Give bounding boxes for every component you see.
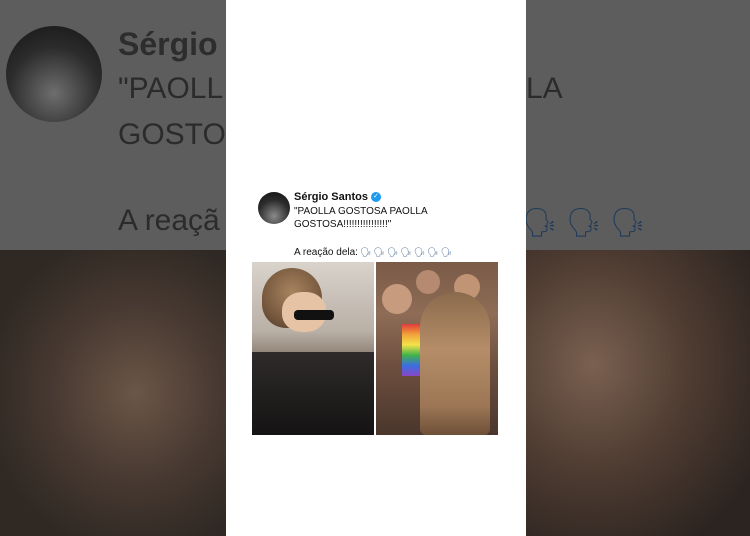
avatar[interactable]	[258, 192, 290, 224]
tweet-image-left[interactable]	[252, 262, 374, 435]
verified-badge-icon: ✓	[370, 192, 381, 202]
speaking-head-icon: 🗣	[386, 247, 399, 257]
author-row: Sérgio Santos ✓	[294, 191, 381, 203]
speaking-head-icon: 🗣	[610, 207, 646, 238]
speaking-head-icon: 🗣	[522, 207, 558, 238]
background-text-line1-right: LA	[526, 72, 563, 105]
woman-back-hair	[420, 292, 490, 435]
background-avatar	[6, 26, 102, 122]
sunglasses	[294, 310, 334, 320]
speaking-head-icon: 🗣	[427, 247, 439, 257]
background-text-line1: "PAOLL	[118, 72, 224, 105]
author-name[interactable]: Sérgio Santos	[294, 191, 368, 203]
speaking-head-icon: 🗣	[413, 247, 426, 257]
speaking-head-icon: 🗣	[440, 247, 452, 257]
crowd-person	[416, 270, 440, 294]
leather-jacket	[252, 352, 374, 435]
background-text-line3: A reaçã	[118, 204, 220, 237]
background-text-line2: GOSTO	[118, 118, 226, 151]
reaction-line: A reação dela: 🗣 🗣 🗣 🗣 🗣 🗣 🗣	[294, 247, 452, 258]
reaction-label: A reação dela:	[294, 247, 358, 258]
speaking-head-icon: 🗣	[566, 207, 602, 238]
crowd-person	[382, 284, 412, 314]
speaking-head-icon: 🗣	[359, 247, 372, 257]
background-author-name: Sérgio	[118, 26, 218, 62]
tweet-text: "PAOLLA GOSTOSA PAOLLA GOSTOSA!!!!!!!!!!…	[294, 206, 428, 230]
speaking-head-icon: 🗣	[400, 247, 412, 257]
speaking-head-icon: 🗣	[373, 247, 385, 257]
tweet-image-right[interactable]	[376, 262, 498, 435]
background-photo-right	[526, 250, 750, 536]
background-photo-left	[0, 250, 226, 536]
